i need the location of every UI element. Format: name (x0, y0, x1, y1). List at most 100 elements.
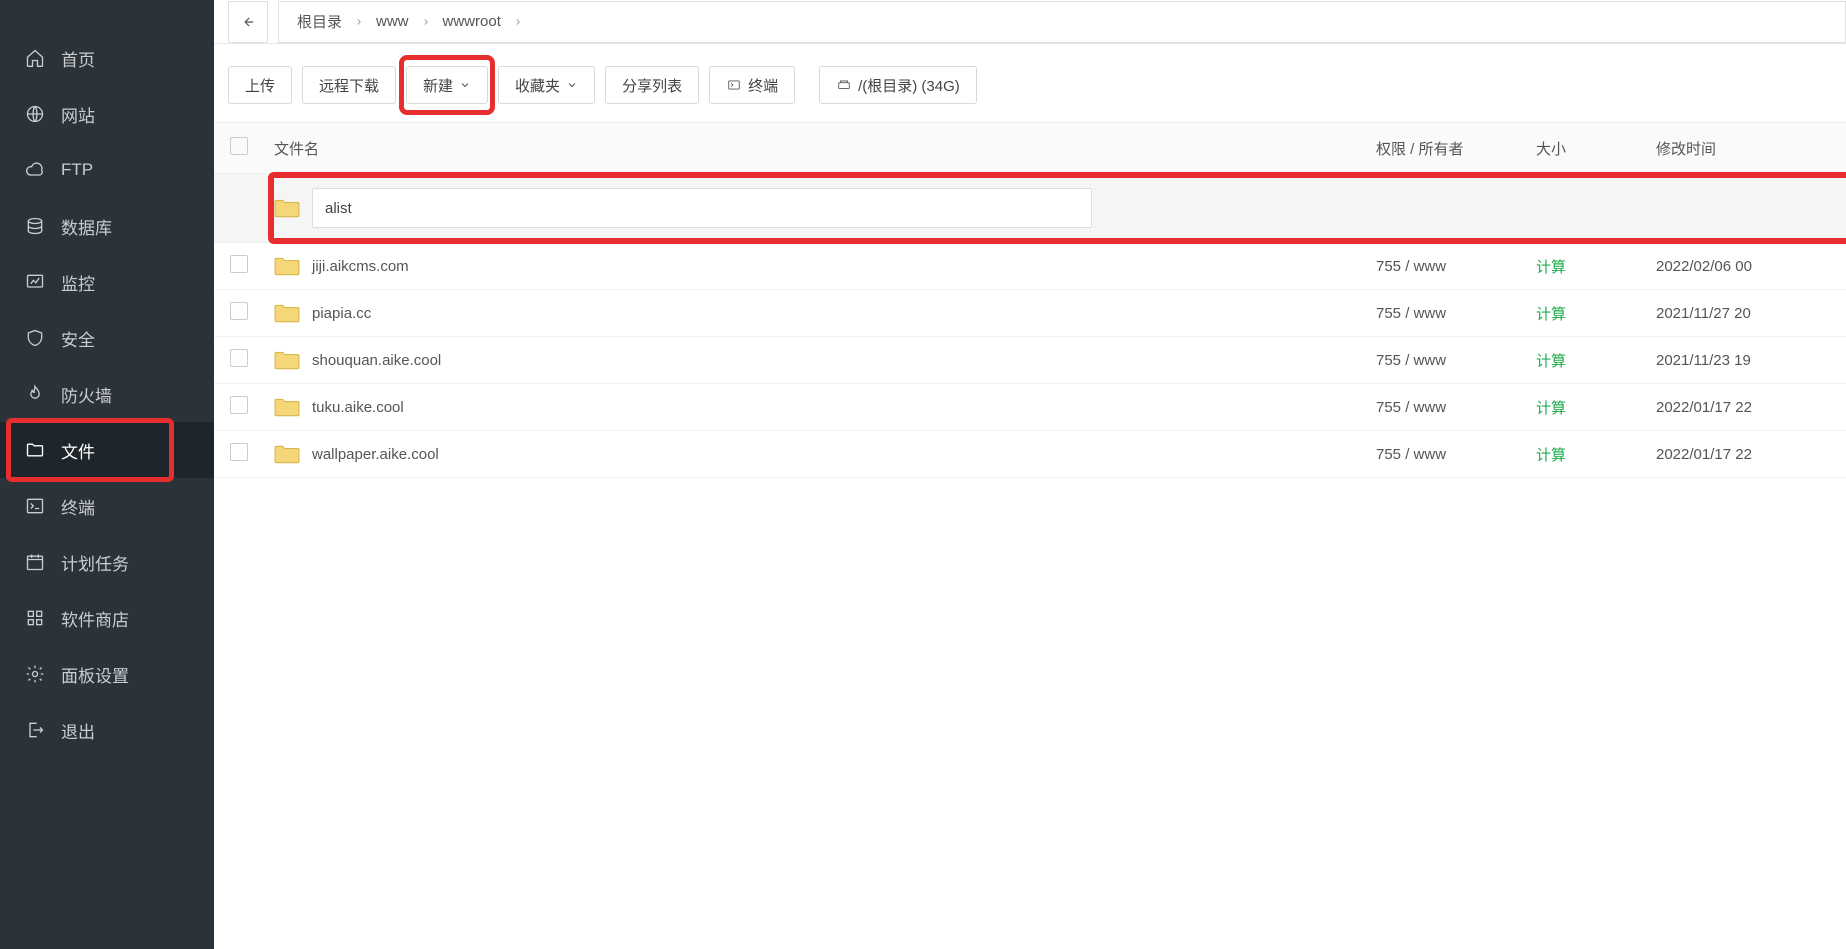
sidebar-item-ftp[interactable]: FTP (0, 142, 214, 198)
col-header-size[interactable]: 大小 (1526, 123, 1646, 174)
sidebar-item-cron[interactable]: 计划任务 (0, 534, 214, 590)
sidebar-item-appstore[interactable]: 软件商店 (0, 590, 214, 646)
calc-size-link[interactable]: 计算 (1536, 447, 1566, 464)
main-area: 根目录 www wwwroot 上传 远程下载 新建 收藏夹 分享列表 (214, 0, 1846, 949)
folder-icon (274, 349, 300, 371)
favorites-button[interactable]: 收藏夹 (498, 66, 595, 104)
col-header-perm[interactable]: 权限 / 所有者 (1366, 123, 1526, 174)
sidebar-item-label: 面板设置 (61, 662, 129, 687)
sidebar-item-terminal[interactable]: 终端 (0, 478, 214, 534)
folder-icon (274, 255, 300, 277)
file-name[interactable]: shouquan.aike.cool (312, 352, 441, 369)
sidebar-item-files[interactable]: 文件 (0, 422, 214, 478)
sidebar-item-security[interactable]: 安全 (0, 310, 214, 366)
upload-label: 上传 (245, 75, 275, 96)
sidebar: 首页 网站 FTP 数据库 监控 (0, 0, 214, 949)
shield-icon (25, 328, 45, 348)
file-perm: 755 / www (1366, 243, 1526, 290)
sidebar-item-label: 文件 (61, 438, 95, 463)
file-time: 2022/01/17 22 (1646, 431, 1846, 478)
chart-icon (25, 272, 45, 292)
home-icon (25, 48, 45, 68)
folder-icon (274, 197, 300, 219)
fav-label: 收藏夹 (515, 75, 560, 96)
remote-download-button[interactable]: 远程下载 (302, 66, 396, 104)
calc-size-link[interactable]: 计算 (1536, 400, 1566, 417)
table-row[interactable]: tuku.aike.cool 755 / www 计算 2022/01/17 2… (214, 384, 1846, 431)
disk-button[interactable]: /(根目录) (34G) (819, 66, 977, 104)
file-name[interactable]: wallpaper.aike.cool (312, 446, 439, 463)
col-header-name[interactable]: 文件名 (264, 123, 1366, 174)
sidebar-item-label: FTP (61, 160, 93, 180)
sidebar-item-website[interactable]: 网站 (0, 86, 214, 142)
table-row[interactable]: piapia.cc 755 / www 计算 2021/11/27 20 (214, 290, 1846, 337)
folder-icon (274, 443, 300, 465)
file-time: 2022/01/17 22 (1646, 384, 1846, 431)
chevron-right-icon (421, 14, 431, 30)
sidebar-item-logout[interactable]: 退出 (0, 702, 214, 758)
new-button[interactable]: 新建 (406, 66, 488, 104)
sidebar-item-settings[interactable]: 面板设置 (0, 646, 214, 702)
terminal-icon (726, 78, 742, 92)
calc-size-link[interactable]: 计算 (1536, 259, 1566, 276)
sidebar-item-monitor[interactable]: 监控 (0, 254, 214, 310)
crumb-wwwroot[interactable]: wwwroot (435, 13, 509, 30)
file-time: 2021/11/27 20 (1646, 290, 1846, 337)
file-name[interactable]: piapia.cc (312, 305, 371, 322)
file-name[interactable]: tuku.aike.cool (312, 399, 404, 416)
calendar-icon (25, 552, 45, 572)
remote-label: 远程下载 (319, 75, 379, 96)
sidebar-item-database[interactable]: 数据库 (0, 198, 214, 254)
breadcrumb: 根目录 www wwwroot (278, 1, 1846, 43)
back-button[interactable] (228, 1, 268, 43)
share-list-button[interactable]: 分享列表 (605, 66, 699, 104)
row-checkbox[interactable] (230, 349, 248, 367)
folder-icon (274, 396, 300, 418)
row-checkbox[interactable] (230, 302, 248, 320)
file-perm: 755 / www (1366, 431, 1526, 478)
share-label: 分享列表 (622, 75, 682, 96)
file-name[interactable]: jiji.aikcms.com (312, 258, 409, 275)
file-perm: 755 / www (1366, 290, 1526, 337)
flame-icon (25, 384, 45, 404)
sidebar-item-label: 网站 (61, 102, 95, 127)
upload-button[interactable]: 上传 (228, 66, 292, 104)
file-table: 文件名 权限 / 所有者 大小 修改时间 (214, 123, 1846, 478)
sidebar-item-home[interactable]: 首页 (0, 30, 214, 86)
sidebar-item-label: 终端 (61, 494, 95, 519)
file-perm: 755 / www (1366, 384, 1526, 431)
calc-size-link[interactable]: 计算 (1536, 353, 1566, 370)
row-checkbox[interactable] (230, 443, 248, 461)
table-row[interactable]: jiji.aikcms.com 755 / www 计算 2022/02/06 … (214, 243, 1846, 290)
terminal-label: 终端 (748, 75, 778, 96)
new-folder-input[interactable] (312, 188, 1092, 228)
sidebar-item-label: 首页 (61, 46, 95, 71)
sidebar-item-firewall[interactable]: 防火墙 (0, 366, 214, 422)
crumb-root[interactable]: 根目录 (289, 11, 350, 32)
chevron-right-icon (513, 14, 523, 30)
breadcrumb-bar: 根目录 www wwwroot (214, 0, 1846, 44)
folder-icon (274, 302, 300, 324)
gear-icon (25, 664, 45, 684)
sidebar-item-label: 监控 (61, 270, 95, 295)
select-all-checkbox[interactable] (230, 137, 248, 155)
folder-icon (25, 440, 45, 460)
sidebar-top-logo-area (0, 20, 214, 30)
terminal-icon (25, 496, 45, 516)
row-checkbox[interactable] (230, 255, 248, 273)
table-row[interactable]: shouquan.aike.cool 755 / www 计算 2021/11/… (214, 337, 1846, 384)
file-time: 2021/11/23 19 (1646, 337, 1846, 384)
grid-icon (25, 608, 45, 628)
file-time: 2022/02/06 00 (1646, 243, 1846, 290)
disk-icon (836, 78, 852, 92)
col-header-time[interactable]: 修改时间 (1646, 123, 1846, 174)
terminal-button[interactable]: 终端 (709, 66, 795, 104)
globe-icon (25, 104, 45, 124)
cloud-icon (25, 160, 45, 180)
table-row[interactable]: wallpaper.aike.cool 755 / www 计算 2022/01… (214, 431, 1846, 478)
calc-size-link[interactable]: 计算 (1536, 306, 1566, 323)
chevron-right-icon (354, 14, 364, 30)
sidebar-item-label: 计划任务 (61, 550, 129, 575)
row-checkbox[interactable] (230, 396, 248, 414)
crumb-www[interactable]: www (368, 13, 417, 30)
